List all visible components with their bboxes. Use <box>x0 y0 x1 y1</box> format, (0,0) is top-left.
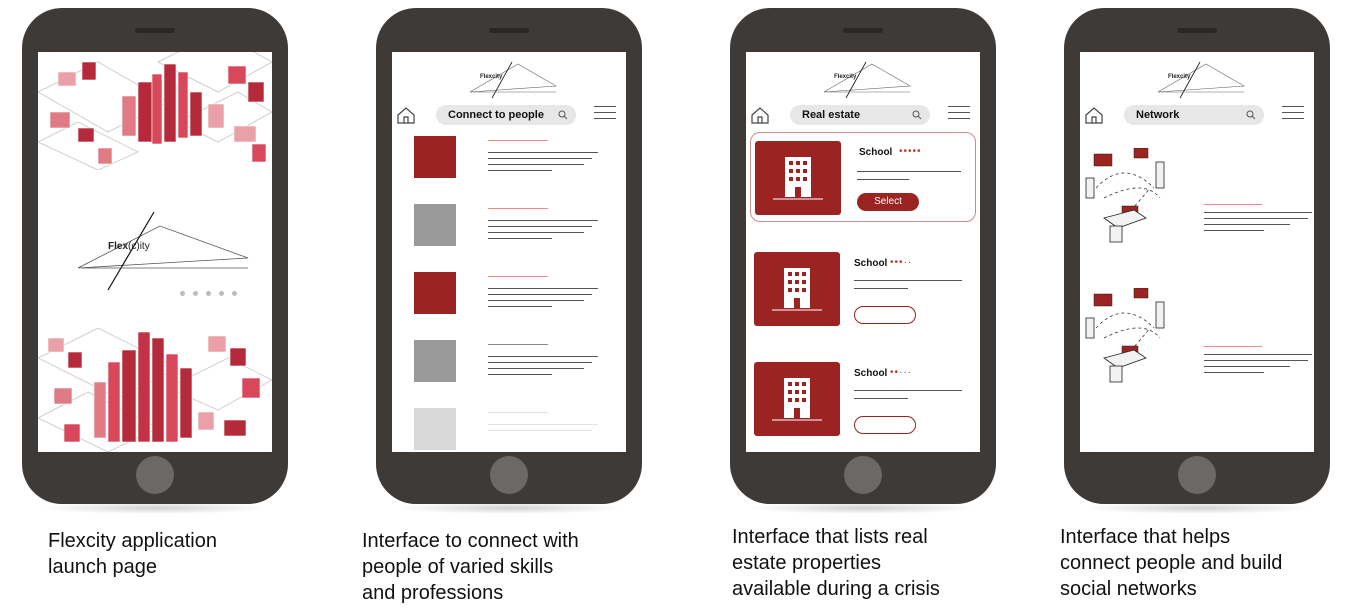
property-name: School <box>854 368 888 379</box>
city-illustration-bottom <box>38 328 272 452</box>
network-screen: Flexcity Network <box>1080 52 1314 452</box>
app-logo-text: Flexcity <box>480 74 503 80</box>
person-avatar <box>414 136 456 178</box>
person-avatar <box>414 340 456 382</box>
caption-line: Flexcity application <box>48 530 217 552</box>
page-dot[interactable] <box>232 291 237 296</box>
phone-network: Flexcity Network Interface that helps co… <box>1060 0 1356 611</box>
connect-screen: Flexcity Connect to people <box>392 52 626 452</box>
search-text: Connect to people <box>448 109 544 121</box>
flexcity-logo: Flex(c)ity <box>38 202 272 292</box>
caption-line: launch page <box>48 556 157 578</box>
search-text: Real estate <box>802 109 861 121</box>
app-logo: Flexcity <box>816 58 916 100</box>
property-card[interactable]: School ••··· <box>750 354 976 444</box>
building-icon <box>754 362 840 436</box>
menu-icon[interactable] <box>948 106 970 122</box>
caption-line: people of varied skills <box>362 556 554 578</box>
list-item[interactable] <box>392 204 626 264</box>
phone-body: Flex(c)ity <box>22 8 288 504</box>
building-icon <box>754 252 840 326</box>
phone-speaker <box>1177 28 1217 33</box>
phone-caption: Flexcity application launch page <box>48 528 217 580</box>
phone-connect-people: Flexcity Connect to people Interface to … <box>362 0 676 611</box>
property-name: School <box>854 258 888 269</box>
phone-body: Flexcity Real estate School ••••• Select… <box>730 8 996 504</box>
nav-bar: Real estate <box>746 102 980 128</box>
person-avatar <box>414 204 456 246</box>
select-button[interactable] <box>854 416 916 434</box>
phone-real-estate: Flexcity Real estate School ••••• Select… <box>730 0 1030 611</box>
search-icon[interactable] <box>912 110 922 120</box>
caption-line: Interface that helps <box>1060 526 1231 548</box>
page-dot[interactable] <box>193 291 198 296</box>
search-input[interactable]: Real estate <box>790 105 930 125</box>
search-icon[interactable] <box>558 110 568 120</box>
app-logo-text: Flexcity <box>834 74 857 80</box>
nav-bar: Network <box>1080 102 1314 128</box>
home-button[interactable] <box>1178 456 1216 494</box>
phone-speaker <box>135 28 175 33</box>
menu-icon[interactable] <box>1282 106 1304 122</box>
caption-line: and professions <box>362 582 504 604</box>
search-icon[interactable] <box>1246 110 1256 120</box>
caption-line: estate properties <box>732 552 881 574</box>
city-illustration-top <box>38 52 272 170</box>
network-illustration[interactable] <box>1084 287 1194 408</box>
app-logo-text: Flexcity <box>1168 74 1191 80</box>
logo-text: Flex(c)ity <box>108 241 150 252</box>
phone-caption: Interface that helps connect people and … <box>1060 524 1282 602</box>
app-logo: Flexcity <box>462 58 562 100</box>
real-estate-screen: Flexcity Real estate School ••••• Select… <box>746 52 980 452</box>
home-icon[interactable] <box>750 105 770 125</box>
building-icon <box>755 141 841 215</box>
list-item[interactable] <box>392 340 626 400</box>
home-button[interactable] <box>136 456 174 494</box>
person-avatar <box>414 408 456 450</box>
caption-line: social networks <box>1060 578 1197 600</box>
list-item[interactable] <box>392 136 626 196</box>
property-rating: ••••• <box>899 146 922 157</box>
phone-body: Flexcity Network <box>1064 8 1330 504</box>
property-rating: •••·· <box>890 257 913 268</box>
page-dot[interactable] <box>219 291 224 296</box>
caption-line: connect people and build <box>1060 552 1283 574</box>
select-button[interactable]: Select <box>857 193 919 211</box>
search-input[interactable]: Connect to people <box>436 105 576 125</box>
page-dot[interactable] <box>206 291 211 296</box>
select-button[interactable] <box>854 306 916 324</box>
home-button[interactable] <box>844 456 882 494</box>
list-item[interactable] <box>392 408 626 452</box>
phone-body: Flexcity Connect to people <box>376 8 642 504</box>
caption-line: Interface that lists real <box>732 526 928 548</box>
home-icon[interactable] <box>396 105 416 125</box>
phone-launch: Flex(c)ity Flexcity application launch p… <box>22 0 322 611</box>
property-name: School <box>859 147 893 158</box>
home-button[interactable] <box>490 456 528 494</box>
list-item[interactable] <box>392 272 626 332</box>
property-card[interactable]: School ••••• Select <box>750 132 976 222</box>
page-indicator <box>180 291 237 296</box>
phone-caption: Interface that lists real estate propert… <box>732 524 940 602</box>
nav-bar: Connect to people <box>392 102 626 128</box>
property-card[interactable]: School •••·· <box>750 244 976 334</box>
search-input[interactable]: Network <box>1124 105 1264 125</box>
caption-line: Interface to connect with <box>362 530 579 552</box>
launch-screen: Flex(c)ity <box>38 52 272 452</box>
property-rating: ••··· <box>890 367 912 378</box>
phone-speaker <box>489 28 529 33</box>
app-logo: Flexcity <box>1150 58 1250 100</box>
person-avatar <box>414 272 456 314</box>
search-text: Network <box>1136 109 1180 121</box>
page-dot[interactable] <box>180 291 185 296</box>
home-icon[interactable] <box>1084 105 1104 125</box>
network-illustration[interactable] <box>1084 147 1194 268</box>
menu-icon[interactable] <box>594 106 616 122</box>
caption-line: available during a crisis <box>732 578 940 600</box>
phone-speaker <box>843 28 883 33</box>
phone-caption: Interface to connect with people of vari… <box>362 528 579 606</box>
